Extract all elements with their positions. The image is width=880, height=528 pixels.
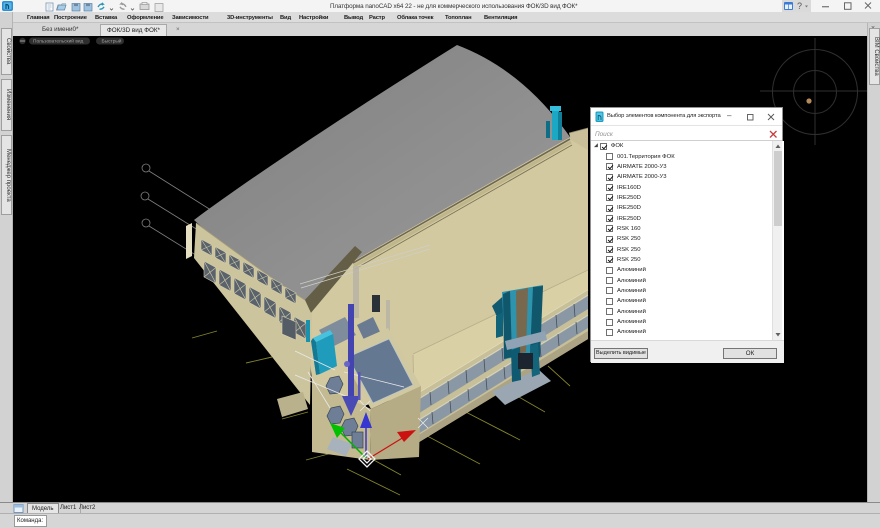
svg-text:Пользовательский вид: Пользовательский вид bbox=[33, 38, 84, 45]
svg-text:Быстрый: Быстрый bbox=[102, 38, 122, 45]
svg-text:?: ? bbox=[797, 1, 802, 11]
